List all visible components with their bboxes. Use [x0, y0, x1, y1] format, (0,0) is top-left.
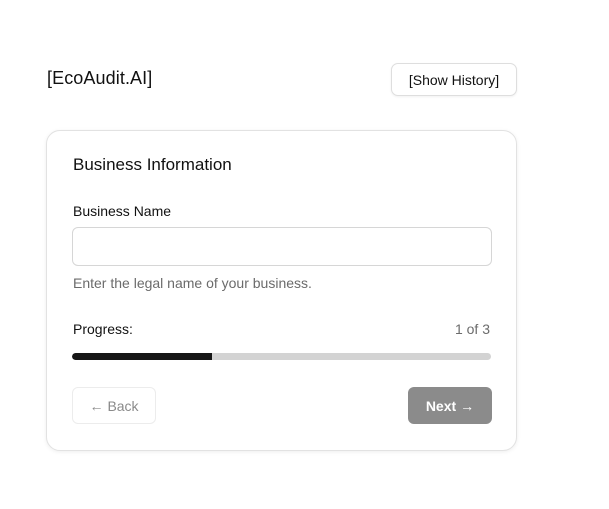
back-button[interactable]: ← Back — [72, 387, 156, 424]
business-name-helper: Enter the legal name of your business. — [73, 275, 312, 291]
progress-bar-fill — [72, 353, 212, 360]
business-info-card: Business Information Business Name Enter… — [46, 130, 517, 451]
app-brand: [EcoAudit.AI] — [47, 68, 153, 88]
card-title: Business Information — [73, 155, 232, 174]
show-history-button[interactable]: [Show History] — [391, 63, 517, 96]
business-name-label: Business Name — [73, 203, 172, 219]
next-button[interactable]: Next → — [408, 387, 492, 424]
progress-label: Progress: — [73, 321, 133, 337]
arrow-right-icon: → — [460, 397, 475, 414]
business-name-input[interactable] — [72, 227, 492, 266]
arrow-left-icon: ← — [89, 397, 104, 414]
progress-count: 1 of 3 — [454, 321, 490, 337]
next-button-label: Next — [425, 397, 457, 414]
progress-bar — [72, 353, 491, 360]
back-button-label: Back — [107, 397, 139, 414]
